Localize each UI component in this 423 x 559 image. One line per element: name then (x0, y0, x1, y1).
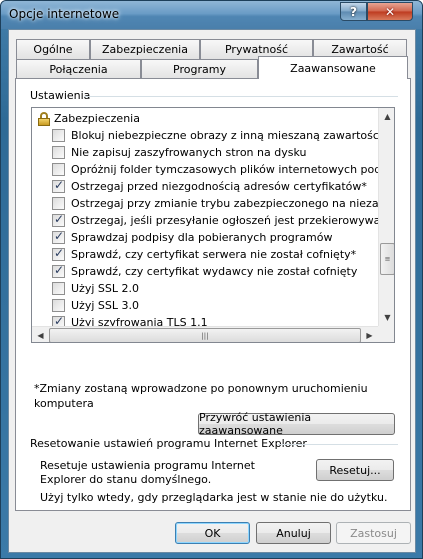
vertical-scrollbar[interactable]: ▲ ≡ ▼ (378, 108, 394, 326)
window-title: Opcje internetowe (9, 7, 120, 21)
tab-label: Prywatność (224, 43, 288, 56)
setting-item[interactable]: Użyj SSL 3.0 (52, 297, 139, 314)
apply-button: Zastosuj (336, 522, 411, 544)
dialog-window: Opcje internetowe ? ✕ Ogólne Zabezpiecze… (0, 0, 423, 559)
tab-label: Zabezpieczenia (102, 43, 188, 56)
setting-item[interactable]: Użyj SSL 2.0 (52, 280, 139, 297)
checkbox-unchecked[interactable] (52, 299, 65, 312)
cancel-button[interactable]: Anuluj (256, 522, 331, 544)
settings-group-label: Ustawienia (30, 89, 91, 102)
scrollbar-corner (378, 326, 394, 342)
close-button[interactable]: ✕ (367, 2, 413, 21)
setting-item[interactable]: Blokuj niebezpieczne obrazy z inną miesz… (52, 127, 378, 144)
setting-label: Sprawdzaj podpisy dla pobieranych progra… (71, 231, 333, 244)
scroll-right-icon[interactable]: ▶ (361, 327, 378, 342)
tab-label: Zaawansowane (290, 61, 376, 75)
setting-item[interactable]: Ostrzegaj przy zmianie trybu zabezpieczo… (52, 195, 378, 212)
setting-label: Użyj szyfrowania TLS 1.1 (71, 316, 208, 326)
tab-programy[interactable]: Programy (141, 59, 258, 79)
reset-group-divider (278, 444, 398, 445)
tab-label: Programy (173, 63, 226, 76)
checkbox-checked[interactable] (52, 314, 65, 326)
group-divider (84, 96, 398, 97)
setting-label: Ostrzegaj przed niezgodnością adresów ce… (71, 180, 367, 193)
setting-label: Opróżnij folder tymczasowych plików inte… (71, 163, 378, 176)
reset-button[interactable]: Resetuj... (316, 459, 394, 481)
lock-icon (38, 111, 50, 126)
checkbox-checked[interactable] (52, 178, 65, 193)
checkbox-unchecked[interactable] (52, 129, 65, 142)
horizontal-scrollbar[interactable]: ◀ ||| ▶ (32, 326, 378, 342)
tab-zaawansowane[interactable]: Zaawansowane (258, 56, 408, 79)
setting-item[interactable]: Sprawdź, czy certyfikat serwera nie zost… (52, 246, 356, 263)
tab-ogolne[interactable]: Ogólne (16, 39, 90, 59)
restore-advanced-button[interactable]: Przywróć ustawienia zaawansowane (198, 411, 395, 437)
checkbox-unchecked[interactable] (52, 163, 65, 176)
settings-tree-content: Zabezpieczenia Blokuj niebezpieczne obra… (32, 108, 378, 326)
reset-description: Resetuje ustawienia programu Internet Ex… (40, 459, 255, 486)
setting-item[interactable]: Nie zapisuj zaszyfrowanych stron na dysk… (52, 144, 306, 161)
title-bar[interactable]: Opcje internetowe ? ✕ (1, 1, 422, 29)
tab-label: Zawartość (331, 43, 389, 56)
advanced-tab-panel: Ustawienia Zabezpieczenia Blokuj niebezp… (15, 78, 411, 511)
close-icon: ✕ (384, 4, 396, 19)
restore-advanced-label: Przywróć ustawienia zaawansowane (199, 411, 312, 437)
setting-item[interactable]: Ostrzegaj, jeśli przesyłanie ogłoszeń je… (52, 212, 378, 229)
checkbox-checked[interactable] (52, 263, 65, 278)
tab-zabezpieczenia[interactable]: Zabezpieczenia (90, 39, 200, 59)
ok-button[interactable]: OK (175, 522, 250, 544)
tab-polaczenia[interactable]: Połączenia (16, 59, 141, 79)
reset-button-label: Resetuj... (329, 463, 381, 477)
cancel-label: Anuluj (276, 526, 311, 540)
dialog-client-area: Ogólne Zabezpieczenia Prywatność Zawarto… (8, 29, 416, 553)
scroll-up-icon[interactable]: ▲ (379, 108, 394, 125)
setting-label: Sprawdź, czy certyfikat wydawcy nie zost… (71, 265, 358, 278)
setting-item[interactable]: Ostrzegaj przed niezgodnością adresów ce… (52, 178, 367, 195)
help-icon: ? (350, 4, 357, 19)
scroll-left-icon[interactable]: ◀ (32, 327, 49, 342)
setting-label: Ostrzegaj przy zmianie trybu zabezpieczo… (71, 197, 378, 210)
setting-label: Nie zapisuj zaszyfrowanych stron na dysk… (71, 146, 307, 159)
scroll-down-icon[interactable]: ▼ (379, 309, 394, 326)
reset-warning: Użyj tylko wtedy, gdy przeglądarka jest … (40, 491, 388, 504)
setting-item[interactable]: Użyj szyfrowania TLS 1.1 (52, 314, 208, 326)
vertical-scroll-thumb[interactable]: ≡ (380, 243, 394, 275)
setting-label: Blokuj niebezpieczne obrazy z inną miesz… (71, 129, 378, 142)
category-label: Zabezpieczenia (54, 112, 140, 125)
setting-label: Sprawdź, czy certyfikat serwera nie zost… (71, 248, 357, 261)
setting-item[interactable]: Sprawdzaj podpisy dla pobieranych progra… (52, 229, 332, 246)
setting-item[interactable]: Opróżnij folder tymczasowych plików inte… (52, 161, 378, 178)
checkbox-unchecked[interactable] (52, 146, 65, 159)
settings-tree[interactable]: Zabezpieczenia Blokuj niebezpieczne obra… (31, 107, 395, 343)
setting-label: Użyj SSL 3.0 (71, 299, 139, 312)
category-row: Zabezpieczenia (38, 110, 140, 127)
setting-item[interactable]: Sprawdź, czy certyfikat wydawcy nie zost… (52, 263, 357, 280)
checkbox-checked[interactable] (52, 212, 65, 227)
tab-label: Połączenia (49, 63, 108, 76)
setting-label: Użyj SSL 2.0 (71, 282, 139, 295)
help-button[interactable]: ? (340, 2, 367, 21)
checkbox-unchecked[interactable] (52, 282, 65, 295)
checkbox-unchecked[interactable] (52, 197, 65, 210)
setting-label: Ostrzegaj, jeśli przesyłanie ogłoszeń je… (71, 214, 378, 227)
checkbox-checked[interactable] (52, 246, 65, 261)
reset-group-label: Resetowanie ustawień programu Internet E… (30, 437, 307, 450)
tab-label: Ogólne (33, 43, 73, 56)
horizontal-scroll-thumb[interactable]: ||| (49, 328, 361, 342)
checkbox-checked[interactable] (52, 229, 65, 244)
apply-label: Zastosuj (350, 526, 397, 540)
restart-note: *Zmiany zostaną wprowadzone po ponownym … (34, 382, 368, 410)
ok-label: OK (204, 526, 221, 540)
